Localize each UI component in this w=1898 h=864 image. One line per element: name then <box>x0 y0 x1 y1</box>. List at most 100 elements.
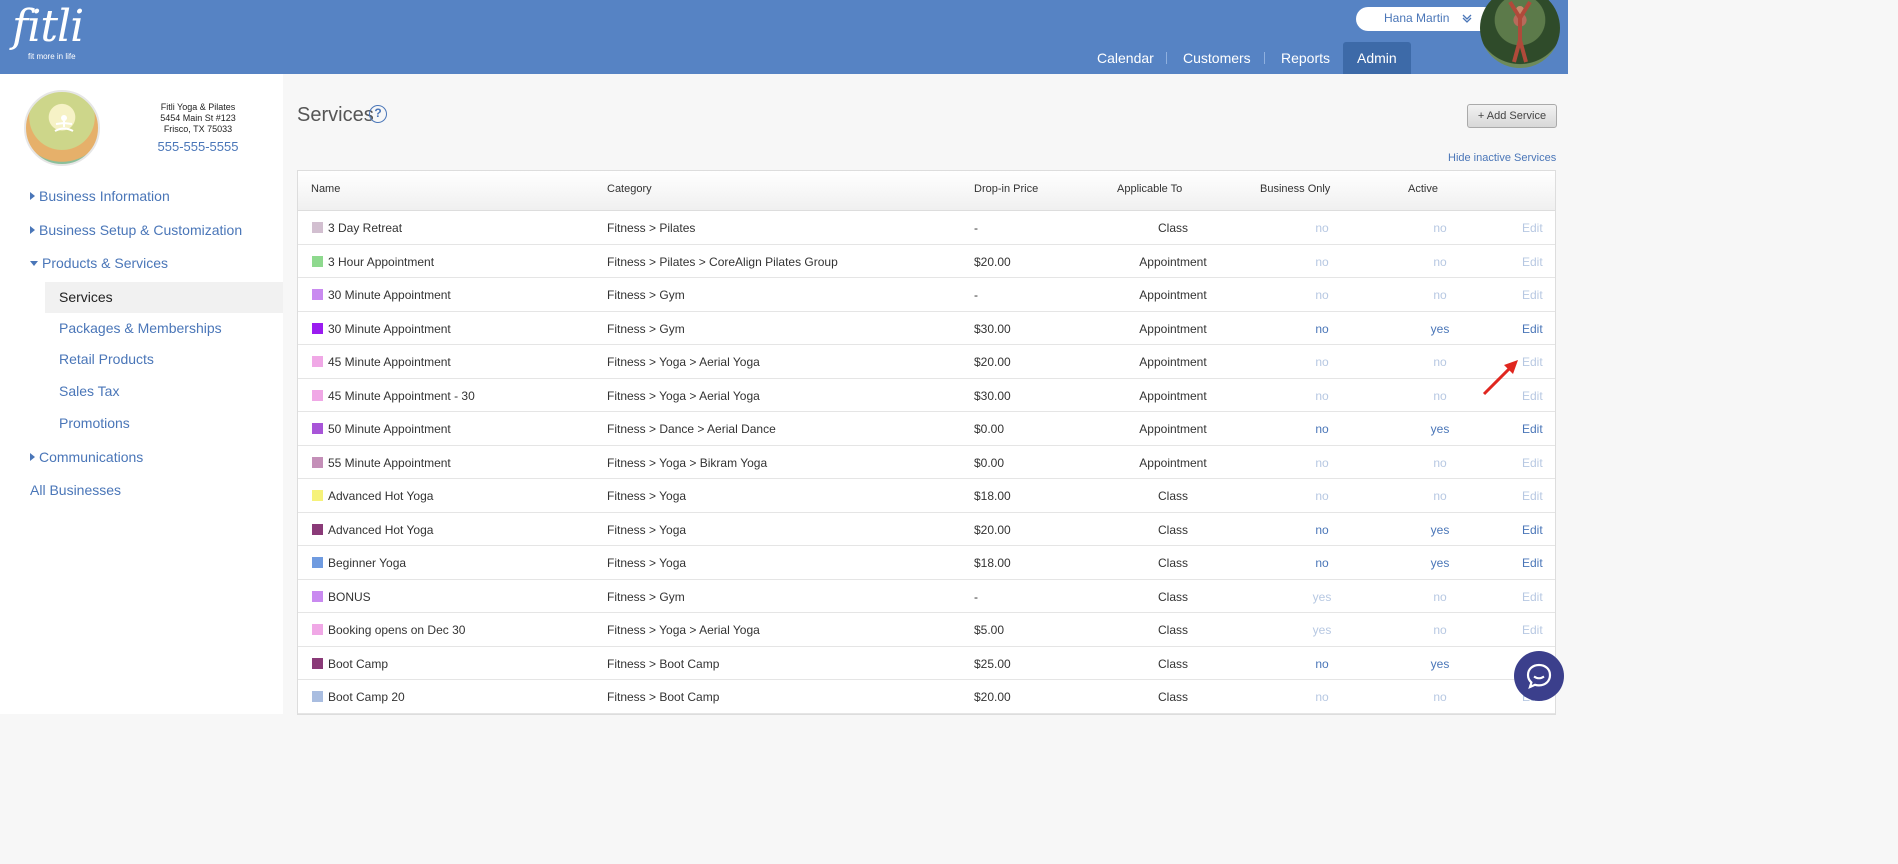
service-category: Fitness > Yoga > Aerial Yoga <box>607 388 760 403</box>
service-name: BONUS <box>328 589 371 604</box>
column-header-drop-in-price[interactable]: Drop-in Price <box>974 183 1038 195</box>
table-row[interactable]: BONUS Fitness > Gym - Class yes no Edit <box>298 580 1555 613</box>
table-row[interactable]: 50 Minute Appointment Fitness > Dance > A… <box>298 412 1555 446</box>
column-header-applicable-to[interactable]: Applicable To <box>1117 183 1182 195</box>
table-row[interactable]: Boot Camp 20 Fitness > Boot Camp $20.00 Cla… <box>298 680 1555 714</box>
sidebar-item-business-setup[interactable]: Business Setup & Customization <box>30 222 242 238</box>
service-color-swatch <box>312 389 323 401</box>
edit-service-link[interactable]: Edit <box>1522 389 1543 403</box>
service-active: no <box>1433 288 1447 302</box>
service-active: no <box>1433 254 1447 269</box>
service-color-swatch <box>312 557 323 568</box>
column-header-name[interactable]: Name <box>311 183 340 195</box>
edit-service-link[interactable]: Edit <box>1522 590 1543 604</box>
edit-service-link[interactable]: Edit <box>1522 422 1543 436</box>
sidebar-item-label: Business Setup & Customization <box>39 222 243 238</box>
service-color-swatch <box>312 523 323 535</box>
service-active: yes <box>1430 522 1450 537</box>
nav-customers[interactable]: Customers <box>1183 42 1251 74</box>
edit-service-link[interactable]: Edit <box>1522 489 1543 503</box>
sidebar-item-label: Communications <box>39 449 144 465</box>
edit-service-link[interactable]: Edit <box>1522 456 1543 470</box>
person-silhouette-icon <box>1508 0 1532 63</box>
business-address-line2: Frisco, TX 75033 <box>163 124 233 134</box>
table-row[interactable]: 45 Minute Appointment Fitness > Yoga > Ae… <box>298 345 1555 379</box>
service-business-only: no <box>1315 388 1329 403</box>
nav-reports[interactable]: Reports <box>1281 42 1330 74</box>
table-row[interactable]: 55 Minute Appointment Fitness > Yoga > Bi… <box>298 446 1555 479</box>
column-header-active[interactable]: Active <box>1408 183 1438 195</box>
service-active: no <box>1433 355 1447 369</box>
service-price: $5.00 <box>974 623 1005 637</box>
service-price: $0.00 <box>974 422 1005 436</box>
nav-admin[interactable]: Admin <box>1343 42 1411 74</box>
service-applicable-to: Appointment <box>1139 288 1207 302</box>
sidebar-item-packages-memberships[interactable]: Packages & Memberships <box>59 320 222 336</box>
service-color-swatch <box>312 289 323 300</box>
table-row[interactable]: Booking opens on Dec 30 Fitness > Yoga > … <box>298 613 1555 647</box>
service-active: yes <box>1430 321 1450 336</box>
logo-word: fitli <box>12 1 84 52</box>
user-menu-button[interactable]: Hana Martin <box>1356 7 1496 31</box>
service-active: no <box>1433 221 1447 235</box>
business-name: Fitli Yoga & Pilates <box>160 102 236 112</box>
sidebar-item-products-services[interactable]: Products & Services <box>30 255 168 271</box>
sidebar-item-sales-tax[interactable]: Sales Tax <box>59 383 119 399</box>
service-color-swatch <box>312 356 323 367</box>
edit-service-link[interactable]: Edit <box>1522 288 1543 302</box>
add-service-button[interactable]: + Add Service <box>1467 104 1557 128</box>
sidebar-item-business-information[interactable]: Business Information <box>30 188 170 204</box>
service-color-swatch <box>312 456 323 468</box>
table-row[interactable]: 45 Minute Appointment - 30 Fitness > Yoga… <box>298 379 1555 412</box>
edit-service-link[interactable]: Edit <box>1522 322 1543 336</box>
hide-inactive-services-link[interactable]: Hide inactive Services <box>1448 152 1556 164</box>
service-active: no <box>1433 388 1447 403</box>
table-row[interactable]: Advanced Hot Yoga Fitness > Yoga $20.00 Cla… <box>298 513 1555 546</box>
service-price: $20.00 <box>974 254 1011 269</box>
business-address-line1: 5454 Main St #123 <box>160 113 236 123</box>
sidebar-item-retail-products[interactable]: Retail Products <box>59 351 154 367</box>
sidebar-item-services[interactable]: Services <box>45 282 283 313</box>
table-row[interactable]: 30 Minute Appointment Fitness > Gym $30.00… <box>298 312 1555 345</box>
service-business-only: no <box>1315 422 1329 436</box>
fitli-logo[interactable]: fitli fit more in life <box>12 1 84 62</box>
service-color-swatch <box>312 322 323 334</box>
edit-service-link[interactable]: Edit <box>1522 355 1543 369</box>
table-row[interactable]: 30 Minute Appointment Fitness > Gym - Appoi… <box>298 278 1555 312</box>
admin-sidebar: Fitli Yoga & Pilates 5454 Main St #123 F… <box>0 74 283 714</box>
edit-service-link[interactable]: Edit <box>1522 523 1543 537</box>
sidebar-item-promotions[interactable]: Promotions <box>59 415 130 431</box>
service-name: Beginner Yoga <box>328 556 407 570</box>
sidebar-item-all-businesses[interactable]: All Businesses <box>30 482 121 498</box>
service-name: 50 Minute Appointment <box>328 422 451 436</box>
user-avatar[interactable] <box>1480 0 1560 68</box>
edit-service-link[interactable]: Edit <box>1522 556 1543 570</box>
service-active: no <box>1433 589 1447 604</box>
service-price: - <box>974 589 978 604</box>
service-category: Fitness > Yoga > Aerial Yoga <box>607 355 760 369</box>
service-price: - <box>974 288 978 302</box>
edit-service-link[interactable]: Edit <box>1522 623 1543 637</box>
table-row[interactable]: 3 Day Retreat Fitness > Pilates - Class no no… <box>298 211 1555 245</box>
edit-service-link[interactable]: Edit <box>1522 255 1543 269</box>
table-row[interactable]: 3 Hour Appointment Fitness > Pilates > Co… <box>298 245 1555 278</box>
table-row[interactable]: Boot Camp Fitness > Boot Camp $25.00 Class n… <box>298 647 1555 680</box>
column-header-business-only[interactable]: Business Only <box>1260 183 1330 195</box>
service-applicable-to: Appointment <box>1139 455 1207 470</box>
red-arrow-annotation-icon <box>1482 360 1518 396</box>
column-header-category[interactable]: Category <box>607 183 652 195</box>
nav-divider <box>1264 52 1265 64</box>
help-icon[interactable]: ? <box>369 105 387 123</box>
business-phone[interactable]: 555-555-5555 <box>128 139 268 154</box>
service-color-swatch <box>312 590 323 602</box>
sidebar-item-communications[interactable]: Communications <box>30 449 143 465</box>
table-row[interactable]: Advanced Hot Yoga Fitness > Yoga $18.00 Cla… <box>298 479 1555 513</box>
table-body: 3 Day Retreat Fitness > Pilates - Class no no… <box>298 211 1555 714</box>
service-name: 45 Minute Appointment - 30 <box>328 388 475 403</box>
service-price: $25.00 <box>974 656 1011 671</box>
service-price: $18.00 <box>974 556 1011 570</box>
nav-calendar[interactable]: Calendar <box>1097 42 1154 74</box>
edit-service-link[interactable]: Edit <box>1522 221 1543 235</box>
table-row[interactable]: Beginner Yoga Fitness > Yoga $18.00 Class no… <box>298 546 1555 580</box>
chat-support-button[interactable] <box>1514 651 1564 701</box>
